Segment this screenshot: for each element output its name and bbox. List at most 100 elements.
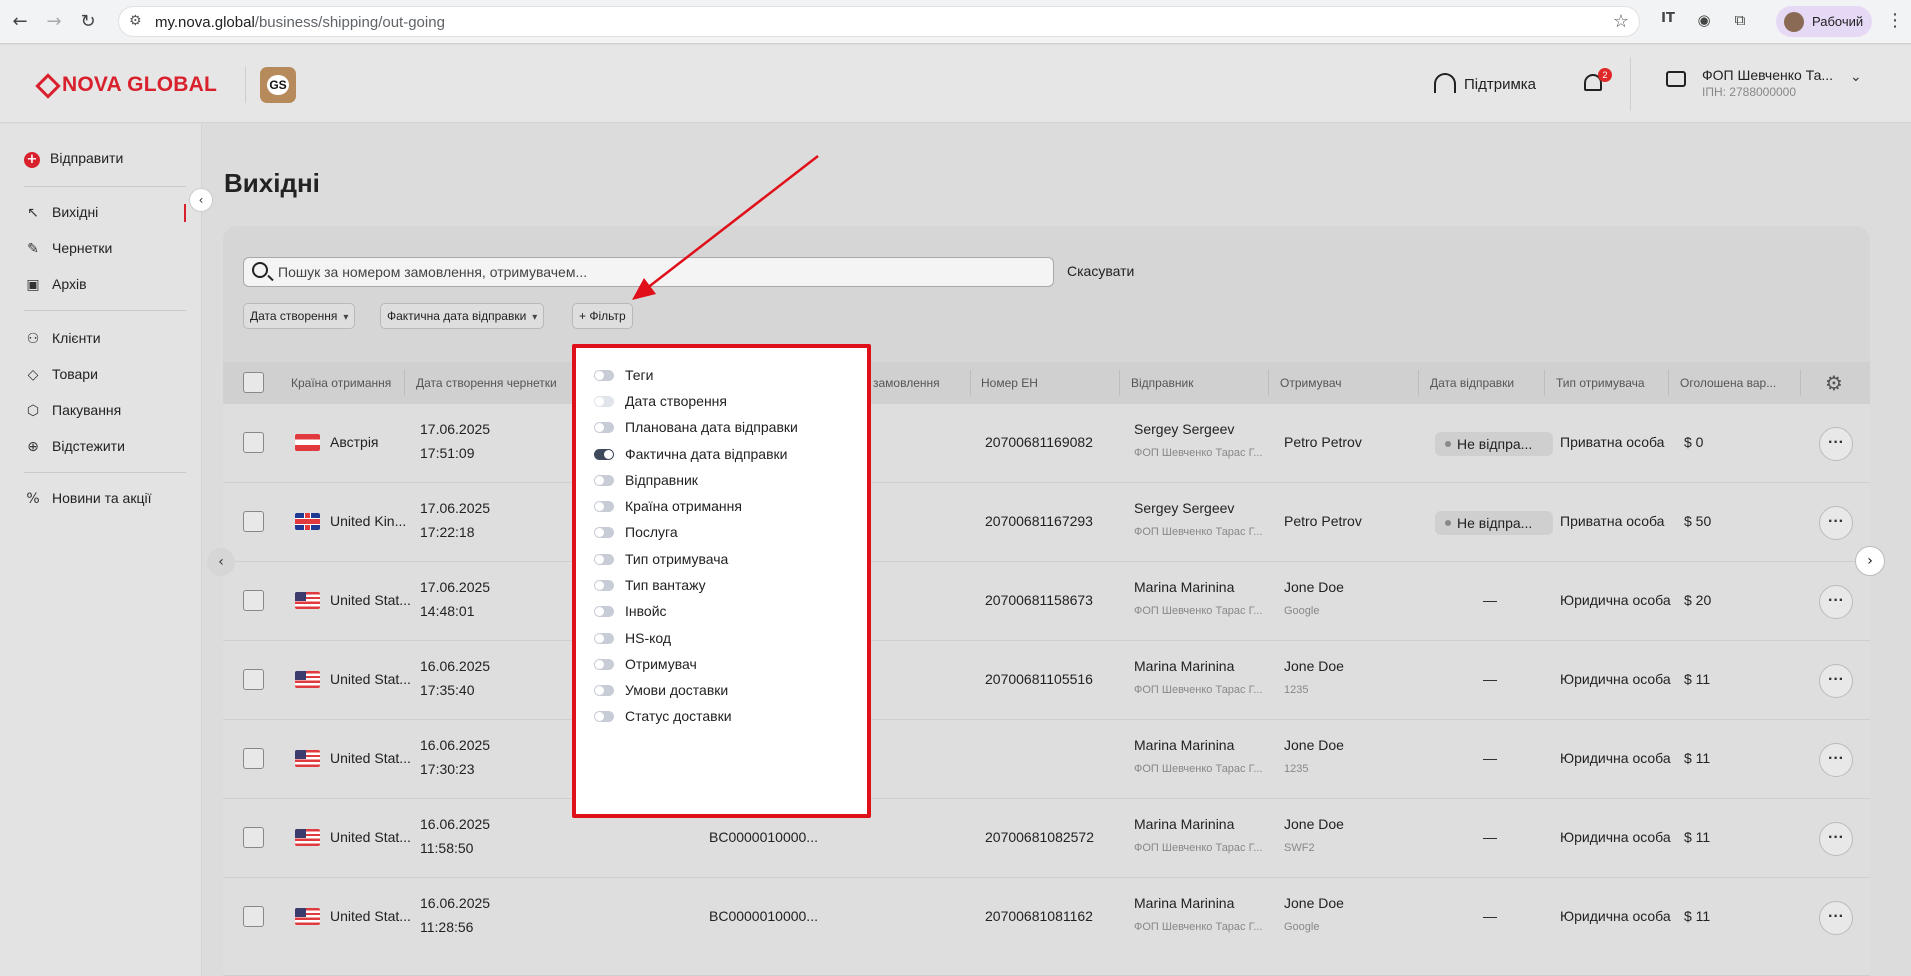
address-bar[interactable]: ⚙ my.nova.global/business/shipping/out-g…: [118, 6, 1640, 37]
cell-recipient: Petro Petrov: [1284, 434, 1362, 450]
toggle-switch[interactable]: [594, 711, 614, 722]
gear-icon[interactable]: ⚙: [1825, 371, 1843, 395]
annotation-arrow-head: [632, 278, 656, 300]
row-actions-button[interactable]: ···: [1819, 664, 1853, 698]
toggle-switch[interactable]: [594, 554, 614, 565]
row-actions-button[interactable]: ···: [1819, 427, 1853, 461]
cell-order: BC0000010000...: [709, 908, 818, 924]
table-row[interactable]: United Stat... 16.06.2025 11:28:56 BC000…: [223, 878, 1870, 976]
reload-icon[interactable]: ↻: [76, 10, 100, 34]
notifications-button[interactable]: 2: [1582, 68, 1612, 95]
annotation-arrow-icon: [632, 155, 819, 300]
forward-icon[interactable]: →: [42, 10, 66, 34]
nova-global-logo[interactable]: NOVA GLOBAL: [36, 73, 217, 97]
row-actions-button[interactable]: ···: [1819, 822, 1853, 856]
sidebar-item-news[interactable]: % Новини та акції: [24, 490, 151, 514]
column-header-sender[interactable]: Відправник: [1131, 376, 1193, 390]
cell-en-number[interactable]: 20700681082572: [985, 829, 1094, 845]
cell-declared-value: $ 50: [1684, 513, 1712, 529]
toggle-switch[interactable]: [594, 633, 614, 644]
browser-menu-icon[interactable]: ⋮: [1886, 10, 1904, 31]
row-checkbox[interactable]: [243, 906, 264, 927]
status-badge: Не відпра...: [1435, 511, 1553, 535]
cell-en-number[interactable]: 20700681105516: [985, 671, 1093, 687]
filter-chip-created-date[interactable]: Дата створення ▾: [243, 303, 356, 329]
cell-sender-company: ФОП Шевченко Тарас Г...: [1134, 526, 1263, 538]
camera-icon[interactable]: ◉: [1693, 11, 1715, 33]
chevron-down-icon: ⌄: [1850, 69, 1862, 85]
toggle-switch[interactable]: [594, 659, 614, 670]
cell-date: 17.06.2025: [420, 579, 491, 595]
row-checkbox[interactable]: [243, 590, 264, 611]
table-row[interactable]: United Stat... 16.06.2025 17:30:23 Marin…: [223, 720, 1870, 799]
scroll-right-button[interactable]: ›: [1855, 546, 1885, 576]
row-actions-button[interactable]: ···: [1819, 506, 1853, 540]
cell-date: 16.06.2025: [420, 737, 491, 753]
toggle-switch[interactable]: [594, 422, 614, 433]
toggle-switch[interactable]: [594, 527, 614, 538]
toggle-switch[interactable]: [594, 685, 614, 696]
cell-en-number[interactable]: 20700681169082: [985, 434, 1093, 450]
cell-sender: Sergey Sergeev: [1134, 421, 1235, 437]
toggle-switch[interactable]: [594, 449, 614, 460]
toggle-switch[interactable]: [594, 606, 614, 617]
column-header-recipient-type[interactable]: Тип отримувача: [1556, 376, 1645, 390]
row-actions-button[interactable]: ···: [1819, 901, 1853, 935]
logo-mark-icon: [36, 74, 56, 94]
column-header-declared-value[interactable]: Оголошена вар...: [1680, 376, 1776, 390]
toggle-switch[interactable]: [594, 580, 614, 591]
column-header-en-number[interactable]: Номер ЕН: [981, 376, 1038, 390]
select-all-checkbox[interactable]: [243, 372, 264, 393]
toggle-switch[interactable]: [594, 501, 614, 512]
cell-en-number[interactable]: 20700681158673: [985, 592, 1093, 608]
column-option-label: Фактична дата відправки: [625, 446, 788, 462]
sidebar-item-track[interactable]: ⊕ Відстежити: [24, 438, 125, 462]
column-header-ship-date[interactable]: Дата відправки: [1430, 376, 1514, 390]
table-row[interactable]: United Stat... 16.06.2025 11:58:50 BC000…: [223, 799, 1870, 878]
column-picker-dropdown: Теги Дата створення Планована дата відпр…: [572, 344, 871, 818]
back-icon[interactable]: ←: [8, 10, 32, 34]
row-actions-button[interactable]: ···: [1819, 743, 1853, 777]
table-row[interactable]: United Stat... 17.06.2025 14:48:01 20700…: [223, 562, 1870, 641]
filter-chip-actual-ship-date[interactable]: Фактична дата відправки ▾: [380, 303, 545, 329]
sidebar-item-drafts[interactable]: ✎ Чернетки: [24, 240, 112, 264]
sidebar-item-clients[interactable]: ⚇ Клієнти: [24, 330, 101, 354]
sidebar-item-products[interactable]: ◇ Товари: [24, 366, 98, 390]
column-option-label: Планована дата відправки: [625, 419, 798, 435]
toggle-switch[interactable]: [594, 475, 614, 486]
column-header-draft-date[interactable]: Дата створення чернетки: [416, 376, 557, 390]
sidebar-item-archive[interactable]: ▣ Архів: [24, 276, 86, 300]
column-header-order[interactable]: замовлення: [873, 376, 940, 390]
puzzle-icon[interactable]: ⧉: [1729, 11, 1751, 33]
row-checkbox[interactable]: [243, 669, 264, 690]
row-checkbox[interactable]: [243, 748, 264, 769]
sidebar-item-outgoing[interactable]: ↖ Вихідні: [24, 204, 98, 228]
scroll-left-button[interactable]: ‹: [207, 548, 235, 576]
sidebar-item-packaging[interactable]: ⬡ Пакування: [24, 402, 121, 426]
cancel-search-button[interactable]: Скасувати: [1067, 263, 1134, 279]
table-row[interactable]: Австрія 17.06.2025 17:51:09 207006811690…: [223, 404, 1870, 483]
profile-name: Рабочий: [1812, 14, 1864, 29]
extension-icon[interactable]: IT: [1657, 11, 1679, 33]
bookmark-star-icon[interactable]: ☆: [1613, 11, 1629, 32]
column-header-recipient[interactable]: Отримувач: [1280, 376, 1342, 390]
site-settings-icon[interactable]: ⚙: [129, 13, 142, 29]
row-checkbox[interactable]: [243, 827, 264, 848]
logo-divider: [245, 67, 246, 103]
cell-ship-date: —: [1483, 592, 1497, 608]
sidebar-item-send[interactable]: + Відправити: [24, 150, 123, 174]
table-row[interactable]: United Stat... 16.06.2025 17:35:40 20700…: [223, 641, 1870, 720]
cell-en-number[interactable]: 20700681167293: [985, 513, 1093, 529]
row-checkbox[interactable]: [243, 511, 264, 532]
row-checkbox[interactable]: [243, 432, 264, 453]
column-header-country[interactable]: Країна отримання: [291, 376, 391, 390]
table-row[interactable]: United Kin... 17.06.2025 17:22:18 207006…: [223, 483, 1870, 562]
toggle-switch[interactable]: [594, 370, 614, 381]
support-button[interactable]: Підтримка: [1434, 73, 1536, 93]
cell-declared-value: $ 11: [1684, 829, 1711, 845]
row-actions-button[interactable]: ···: [1819, 585, 1853, 619]
collapse-sidebar-button[interactable]: ‹: [189, 188, 213, 212]
sidebar-item-label: Відстежити: [52, 438, 125, 454]
cell-en-number[interactable]: 20700681081162: [985, 908, 1093, 924]
profile-button[interactable]: Рабочий: [1776, 6, 1872, 37]
